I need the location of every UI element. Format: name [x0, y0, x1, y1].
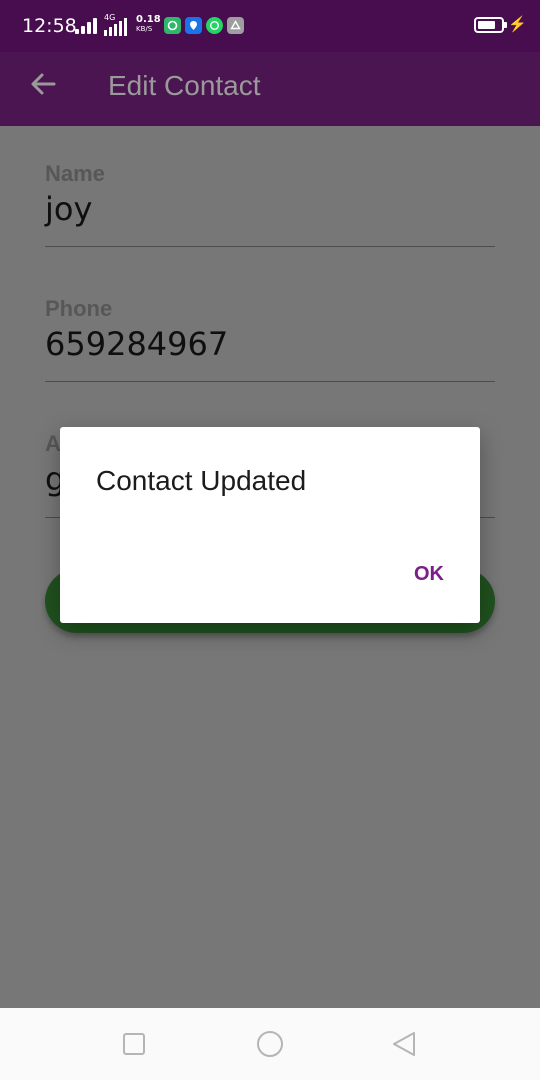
app-notification-icon	[164, 17, 181, 34]
notification-icons	[164, 17, 244, 35]
phone-field[interactable]: 659284967	[45, 325, 228, 363]
app-bar: Edit Contact	[0, 52, 540, 126]
home-button[interactable]	[254, 1028, 286, 1060]
location-icon	[185, 17, 202, 34]
network-speed: 0.18 KB/S	[136, 15, 162, 34]
signal-icon	[75, 18, 97, 34]
back-icon	[393, 1032, 415, 1056]
contact-updated-dialog: Contact Updated OK	[60, 427, 480, 623]
status-time: 12:58	[22, 15, 77, 37]
drive-icon	[227, 17, 244, 34]
dialog-ok-button[interactable]: OK	[414, 563, 444, 586]
phone-field-underline	[45, 381, 495, 382]
status-bar: 12:58 4G 0.18 KB/S ⚡	[0, 0, 540, 52]
charging-icon: ⚡	[508, 16, 527, 33]
back-button[interactable]	[24, 64, 64, 104]
system-back-button[interactable]	[388, 1028, 420, 1060]
system-nav-bar	[0, 1008, 540, 1080]
network-type: 4G	[104, 13, 116, 22]
phone-label: Phone	[45, 296, 113, 321]
battery-icon	[474, 17, 507, 33]
third-field-label: A	[45, 431, 61, 456]
battery-level	[478, 21, 495, 29]
dialog-message: Contact Updated	[96, 465, 307, 496]
name-field[interactable]: joy	[45, 190, 92, 228]
speed-unit: KB/S	[136, 25, 153, 33]
recent-apps-button[interactable]	[118, 1028, 150, 1060]
4g-signal-icon: 4G	[104, 14, 130, 36]
name-label: Name	[45, 161, 105, 186]
page-title: Edit Contact	[108, 70, 261, 101]
arrow-left-icon	[31, 73, 56, 95]
name-field-underline	[45, 246, 495, 247]
speed-value: 0.18	[136, 14, 161, 25]
whatsapp-icon	[206, 17, 223, 34]
home-icon	[257, 1031, 283, 1057]
recent-apps-icon	[123, 1033, 145, 1055]
